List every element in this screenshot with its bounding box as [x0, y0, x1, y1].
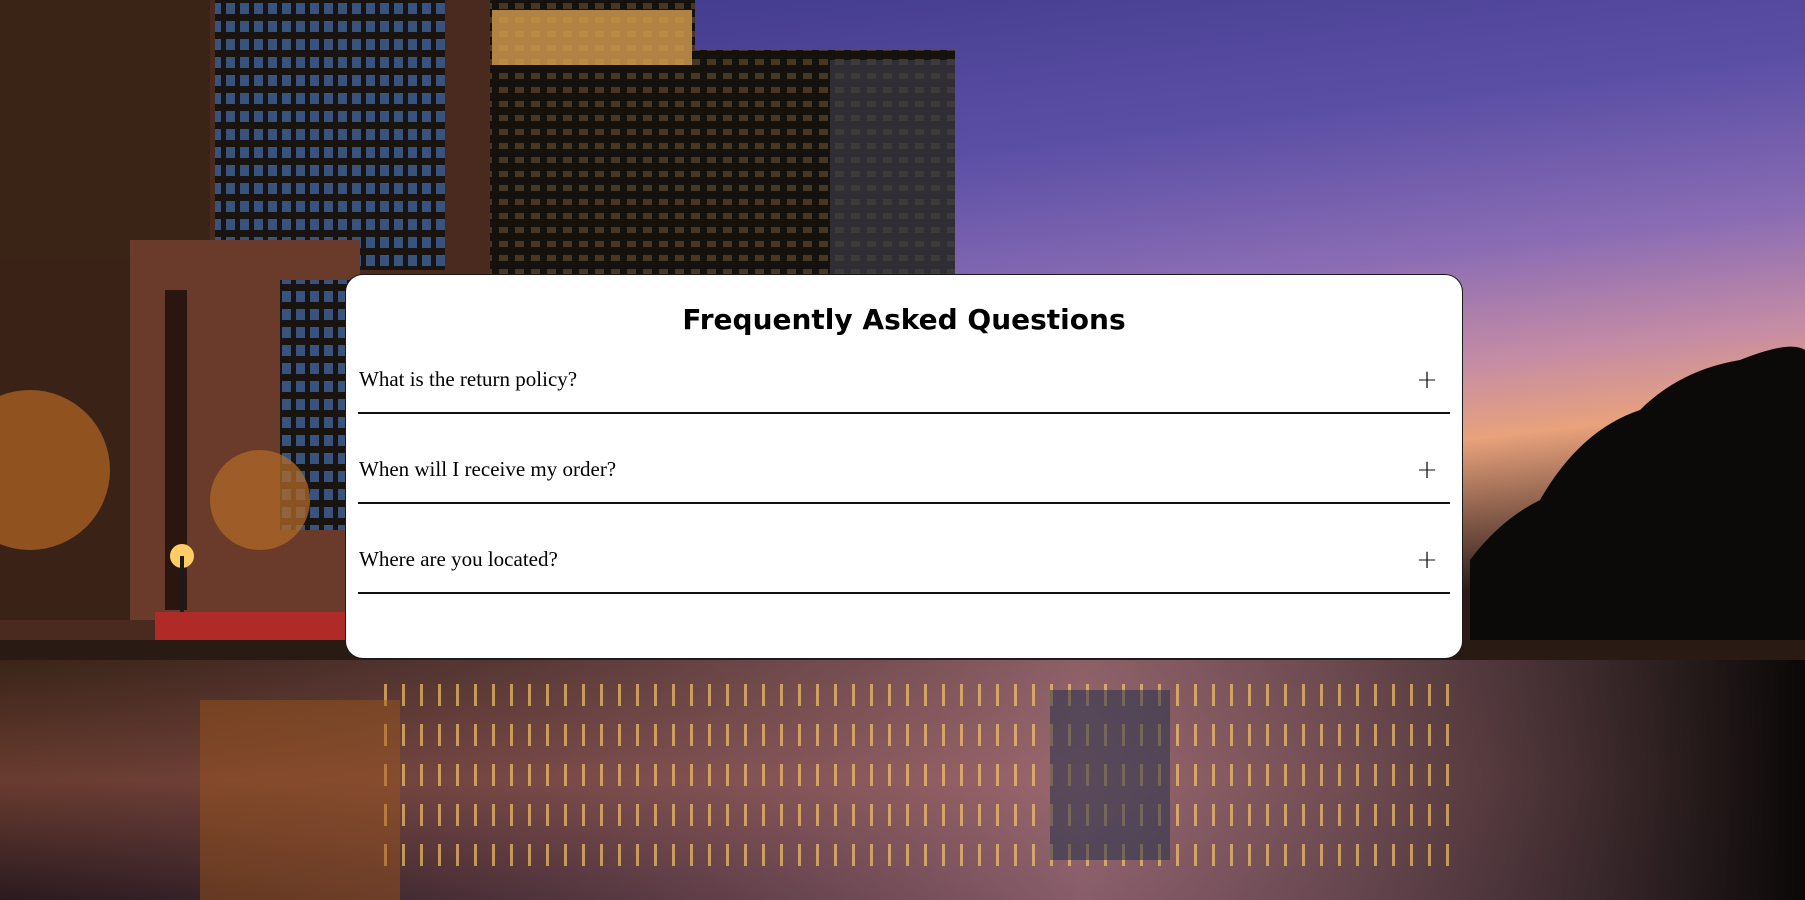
faq-card: Frequently Asked Questions What is the r…	[345, 274, 1463, 659]
plus-icon[interactable]: +	[1416, 457, 1438, 483]
faq-question: When will I receive my order?	[359, 457, 617, 481]
faq-title: Frequently Asked Questions	[682, 303, 1126, 336]
faq-item-order-delivery[interactable]: When will I receive my order? +	[358, 457, 1450, 504]
faq-list: What is the return policy? + When will I…	[358, 367, 1450, 637]
faq-item-location[interactable]: Where are you located? +	[358, 547, 1450, 594]
faq-item-return-policy[interactable]: What is the return policy? +	[358, 367, 1450, 414]
plus-icon[interactable]: +	[1416, 367, 1438, 393]
faq-question: What is the return policy?	[359, 367, 578, 391]
plus-icon[interactable]: +	[1416, 547, 1438, 573]
faq-question: Where are you located?	[359, 547, 558, 571]
